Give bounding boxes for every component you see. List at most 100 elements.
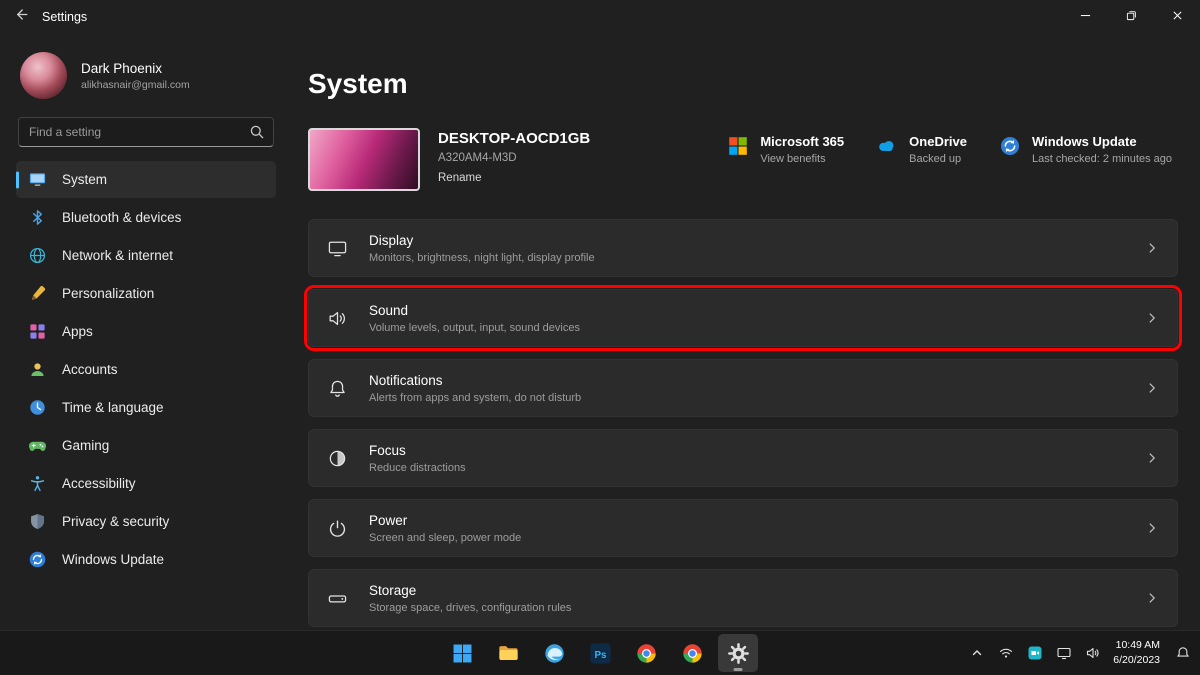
edge-button[interactable] [534,634,574,672]
sidebar-item-label: Apps [62,324,93,339]
user-name: Dark Phoenix [81,61,190,76]
chrome-icon [635,642,658,665]
settings-row-description: Alerts from apps and system, do not dist… [369,392,581,404]
status-card-subtitle: View benefits [760,153,844,165]
chevron-right-icon [1145,591,1159,605]
content: Dark Phoenix alikhasnair@gmail.com Syste… [0,34,1200,630]
titlebar: Settings [0,0,1200,34]
chrome-2-button[interactable] [672,634,712,672]
settings-rows: DisplayMonitors, brightness, night light… [308,219,1178,630]
sidebar-item-label: Time & language [62,400,164,415]
restore-icon [1126,8,1137,26]
close-button[interactable] [1154,0,1200,34]
taskbar-apps: Ps [442,634,758,672]
gaming-icon [28,436,47,455]
sidebar-item-label: Personalization [62,286,154,301]
tray-network-button[interactable] [992,636,1019,670]
selected-indicator [16,171,19,188]
device-thumbnail [308,128,420,191]
settings-row-notifications[interactable]: Notifications Alerts from apps and system… [308,359,1178,417]
sidebar-nav: SystemBluetooth & devicesNetwork & inter… [14,161,278,578]
chevron-right-icon [1145,311,1159,325]
photoshop-button[interactable]: Ps [580,634,620,672]
back-arrow-icon [14,7,29,27]
status-card-onedrive[interactable]: OneDrive Backed up [876,134,967,165]
back-button[interactable] [0,0,42,34]
search-input[interactable] [18,117,274,147]
avatar [20,52,67,99]
bluetooth-icon [28,208,47,227]
search-icon[interactable] [249,124,265,140]
sidebar-item-time-language[interactable]: Time & language [16,389,276,426]
window-title: Settings [42,10,87,24]
settings-gear-button[interactable] [718,634,758,672]
settings-row-focus[interactable]: FocusReduce distractions [308,429,1178,487]
sidebar-item-label: Privacy & security [62,514,169,529]
status-card-windows-update[interactable]: Windows UpdateLast checked: 2 minutes ag… [999,134,1172,165]
sidebar-item-apps[interactable]: Apps [16,313,276,350]
sidebar-item-label: Accounts [62,362,118,377]
rename-button[interactable]: Rename [438,172,590,184]
sidebar-item-privacy-security[interactable]: Privacy & security [16,503,276,540]
settings-row-storage[interactable]: Storage Storage space, drives, configurat… [308,569,1178,627]
status-card-subtitle: Backed up [909,153,967,165]
sidebar: Dark Phoenix alikhasnair@gmail.com Syste… [0,34,292,630]
settings-window: Settings Dark Phoenix alikhasnair@gmail.… [0,0,1200,675]
main-panel: System DESKTOP-AOCD1GB A320AM4-M3D Renam… [292,34,1200,630]
display-icon [327,238,348,259]
settings-row-description: Reduce distractions [369,462,466,474]
settings-row-display[interactable]: DisplayMonitors, brightness, night light… [308,219,1178,277]
status-card-title: OneDrive [909,134,967,149]
status-card-microsoft-365[interactable]: Microsoft 365View benefits [727,134,844,165]
device-info: DESKTOP-AOCD1GB A320AM4-M3D Rename [438,128,590,184]
sidebar-item-personalization[interactable]: Personalization [16,275,276,312]
storage-icon [327,588,348,609]
sidebar-item-accounts[interactable]: Accounts [16,351,276,388]
chrome-button[interactable] [626,634,666,672]
file-explorer-button[interactable] [488,634,528,672]
status-card-title: Windows Update [1032,134,1172,149]
settings-row-power[interactable]: PowerScreen and sleep, power mode [308,499,1178,557]
chevron-right-icon [1145,381,1159,395]
tray-volume-button[interactable] [1079,636,1106,670]
windows-update-icon [28,550,47,569]
sidebar-item-network-internet[interactable]: Network & internet [16,237,276,274]
start-button[interactable] [442,634,482,672]
accounts-icon [28,360,47,379]
restore-button[interactable] [1108,0,1154,34]
settings-row-sound[interactable]: SoundVolume levels, output, input, sound… [308,289,1178,347]
sidebar-item-gaming[interactable]: Gaming [16,427,276,464]
search-box [18,117,274,147]
settings-row-title: Notifications [369,373,581,388]
notifications-icon [327,378,348,399]
tray-chevron-up-button[interactable] [963,636,990,670]
clock-time: 10:49 AM [1113,638,1160,653]
sidebar-item-system[interactable]: System [16,161,276,198]
page-title: System [308,66,1178,102]
network-icon [28,246,47,265]
chevron-right-icon [1145,521,1159,535]
user-email: alikhasnair@gmail.com [81,79,190,91]
tray-display-button[interactable] [1050,636,1077,670]
sound-icon [327,308,348,329]
tray-icons-holder [963,636,1106,670]
settings-row-title: Sound [369,303,580,318]
settings-gear-icon [727,642,750,665]
chevron-right-icon [1145,451,1159,465]
tray-chat-button[interactable] [1021,636,1048,670]
photoshop-icon: Ps [589,642,612,665]
status-cards: Microsoft 365View benefits OneDrive Backed… [727,128,1178,165]
taskbar-clock[interactable]: 10:49 AM 6/20/2023 [1113,638,1160,667]
notification-button[interactable] [1169,636,1196,670]
settings-row-description: Storage space, drives, configuration rul… [369,602,571,614]
chevron-right-icon [1145,241,1159,255]
sidebar-item-bluetooth-devices[interactable]: Bluetooth & devices [16,199,276,236]
device-model: A320AM4-M3D [438,152,590,164]
accessibility-icon [28,474,47,493]
sidebar-item-windows-update[interactable]: Windows Update [16,541,276,578]
user-profile: Dark Phoenix alikhasnair@gmail.com [14,42,278,105]
sidebar-item-accessibility[interactable]: Accessibility [16,465,276,502]
settings-row-title: Storage [369,583,571,598]
windows-update-icon [999,134,1021,157]
minimize-button[interactable] [1062,0,1108,34]
